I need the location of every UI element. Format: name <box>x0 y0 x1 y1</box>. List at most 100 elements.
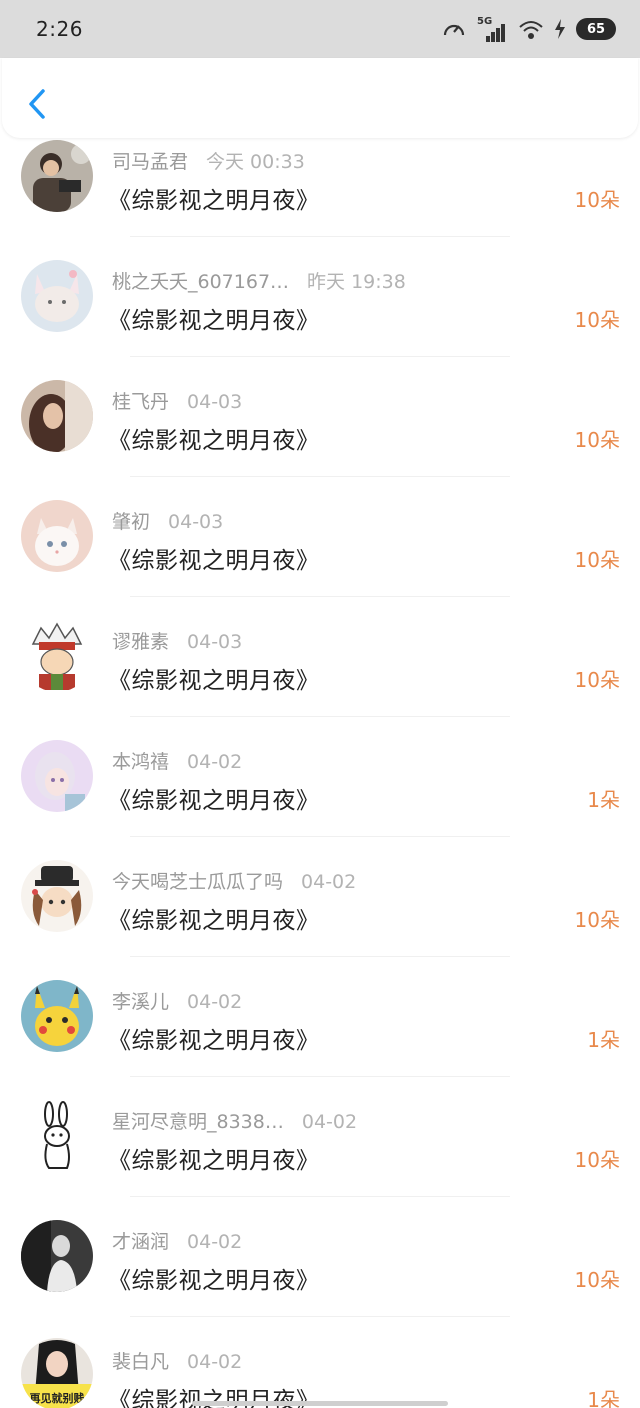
avatar[interactable] <box>21 1100 93 1172</box>
record-time: 04-03 <box>168 511 224 533</box>
record-meta: 今天喝芝士瓜瓜了吗 04-02 <box>112 867 356 894</box>
record-meta: 本鸿禧 04-02 <box>112 747 242 774</box>
record-time: 04-03 <box>187 631 243 653</box>
user-name: 桃之夭夭_607167… <box>112 271 290 293</box>
book-title: 《综影视之明月夜》 <box>108 788 320 814</box>
record-time: 今天 00:33 <box>206 151 305 173</box>
signal-icon: 5G <box>477 16 505 42</box>
avatar[interactable] <box>21 260 93 332</box>
avatar[interactable] <box>21 620 93 692</box>
status-time: 2:26 <box>36 17 83 41</box>
list-item[interactable]: 桂飞丹 04-03 《综影视之明月夜》 10朵 <box>0 378 640 498</box>
top-nav-bar <box>2 58 638 138</box>
gift-amount: 1朵 <box>587 1388 620 1408</box>
record-time: 04-02 <box>301 871 357 893</box>
chevron-left-icon <box>29 89 45 119</box>
list-item[interactable]: 今天喝芝士瓜瓜了吗 04-02 《综影视之明月夜》 10朵 <box>0 858 640 978</box>
battery-level: 65 <box>576 18 616 40</box>
record-meta: 桃之夭夭_607167… 昨天 19:38 <box>112 267 406 294</box>
user-name: 今天喝芝士瓜瓜了吗 <box>112 871 284 893</box>
book-title: 《综影视之明月夜》 <box>108 1028 320 1054</box>
user-name: 本鸿禧 <box>112 751 170 773</box>
avatar[interactable] <box>21 1220 93 1292</box>
home-indicator[interactable] <box>192 1401 448 1406</box>
user-name: 谬雅素 <box>112 631 170 653</box>
list-item[interactable]: 李溪儿 04-02 《综影视之明月夜》 1朵 <box>0 978 640 1098</box>
list-item[interactable]: 再见就别贱 裴白凡 04-02 《综影视之明月夜》 1朵 <box>0 1338 640 1408</box>
record-meta: 星河尽意明_8338… 04-02 <box>112 1107 357 1134</box>
gift-amount: 10朵 <box>574 908 620 932</box>
avatar[interactable] <box>21 860 93 932</box>
book-title: 《综影视之明月夜》 <box>108 428 320 454</box>
record-time: 04-02 <box>301 1111 358 1133</box>
divider <box>130 1316 510 1317</box>
user-name: 桂飞丹 <box>112 391 170 413</box>
back-button[interactable] <box>22 84 52 124</box>
divider <box>130 1196 510 1197</box>
record-meta: 肇初 04-03 <box>112 507 223 534</box>
speedometer-icon <box>443 24 465 36</box>
list-item[interactable]: 星河尽意明_8338… 04-02 《综影视之明月夜》 10朵 <box>0 1098 640 1218</box>
charging-icon <box>555 19 565 39</box>
avatar[interactable] <box>21 740 93 812</box>
record-meta: 才涵润 04-02 <box>112 1227 242 1254</box>
divider <box>130 356 510 357</box>
record-time: 04-03 <box>187 391 243 413</box>
list-item[interactable]: 才涵润 04-02 《综影视之明月夜》 10朵 <box>0 1218 640 1338</box>
divider <box>130 836 510 837</box>
wifi-icon <box>519 21 543 39</box>
network-label: 5G <box>477 16 492 27</box>
divider <box>130 236 510 237</box>
user-name: 司马孟君 <box>112 151 189 173</box>
record-meta: 谬雅素 04-03 <box>112 627 242 654</box>
user-name: 星河尽意明_8338… <box>112 1111 284 1133</box>
user-name: 肇初 <box>112 511 151 533</box>
divider <box>130 476 510 477</box>
book-title: 《综影视之明月夜》 <box>108 1268 320 1294</box>
record-meta: 桂飞丹 04-03 <box>112 387 242 414</box>
divider <box>130 716 510 717</box>
list-item[interactable]: 司马孟君 今天 00:33 《综影视之明月夜》 10朵 <box>0 138 640 258</box>
list-item[interactable]: 肇初 04-03 《综影视之明月夜》 10朵 <box>0 498 640 618</box>
gift-amount: 10朵 <box>574 548 620 572</box>
record-meta: 裴白凡 04-02 <box>112 1347 242 1374</box>
avatar-badge-text: 再见就别贱 <box>30 1391 85 1405</box>
book-title: 《综影视之明月夜》 <box>108 188 320 214</box>
avatar[interactable] <box>21 140 93 212</box>
user-name: 裴白凡 <box>112 1351 170 1373</box>
user-name: 才涵润 <box>112 1231 170 1253</box>
divider <box>130 956 510 957</box>
avatar[interactable]: 再见就别贱 <box>21 1338 93 1408</box>
gift-amount: 10朵 <box>574 1268 620 1292</box>
avatar[interactable] <box>21 980 93 1052</box>
book-title: 《综影视之明月夜》 <box>108 1148 320 1174</box>
book-title: 《综影视之明月夜》 <box>108 668 320 694</box>
gift-record-list: 司马孟君 今天 00:33 《综影视之明月夜》 10朵 桃之夭夭_607167… 昨… <box>0 138 640 1408</box>
book-title: 《综影视之明月夜》 <box>108 308 320 334</box>
book-title: 《综影视之明月夜》 <box>108 548 320 574</box>
status-bar: 2:26 5G 65 <box>0 0 640 58</box>
record-time: 04-02 <box>187 1231 243 1253</box>
divider <box>130 596 510 597</box>
book-title: 《综影视之明月夜》 <box>108 908 320 934</box>
record-time: 04-02 <box>187 1351 243 1373</box>
record-time: 昨天 19:38 <box>307 271 406 293</box>
gift-amount: 1朵 <box>587 788 620 812</box>
gift-amount: 10朵 <box>574 188 620 212</box>
status-icons: 5G 65 <box>442 14 616 44</box>
avatar[interactable] <box>21 380 93 452</box>
gift-amount: 10朵 <box>574 1148 620 1172</box>
gift-amount: 10朵 <box>574 428 620 452</box>
record-meta: 司马孟君 今天 00:33 <box>112 147 305 174</box>
record-time: 04-02 <box>187 751 243 773</box>
gift-amount: 1朵 <box>587 1028 620 1052</box>
list-item[interactable]: 桃之夭夭_607167… 昨天 19:38 《综影视之明月夜》 10朵 <box>0 258 640 378</box>
gift-amount: 10朵 <box>574 308 620 332</box>
record-time: 04-02 <box>187 991 243 1013</box>
list-item[interactable]: 本鸿禧 04-02 《综影视之明月夜》 1朵 <box>0 738 640 858</box>
avatar[interactable] <box>21 500 93 572</box>
list-item[interactable]: 谬雅素 04-03 《综影视之明月夜》 10朵 <box>0 618 640 738</box>
gift-amount: 10朵 <box>574 668 620 692</box>
user-name: 李溪儿 <box>112 991 170 1013</box>
record-meta: 李溪儿 04-02 <box>112 987 242 1014</box>
